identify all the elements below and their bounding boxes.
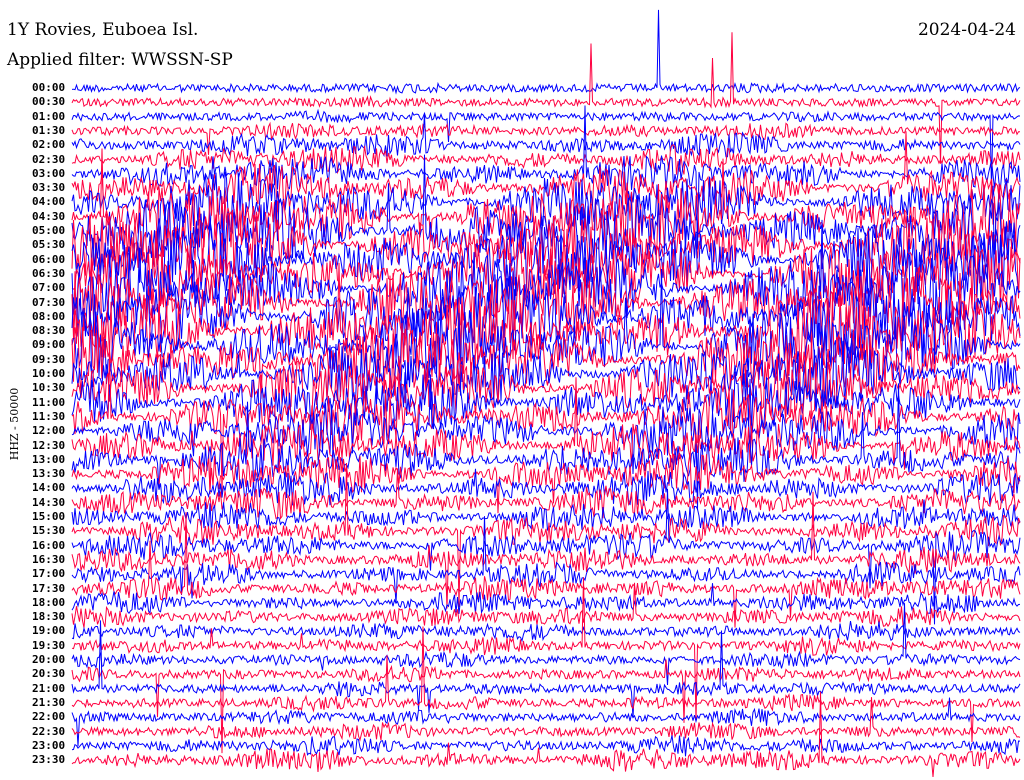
trace-row-0000 — [71, 9, 1021, 95]
trace-row-1230 — [71, 377, 1021, 495]
trace-row-2300 — [71, 735, 1021, 757]
trace-row-1900 — [71, 621, 1021, 643]
trace-row-1930 — [71, 577, 1021, 722]
helicorder-plot — [71, 9, 1021, 778]
trace-row-0200 — [71, 114, 1021, 158]
trace-row-1400 — [71, 468, 1021, 506]
